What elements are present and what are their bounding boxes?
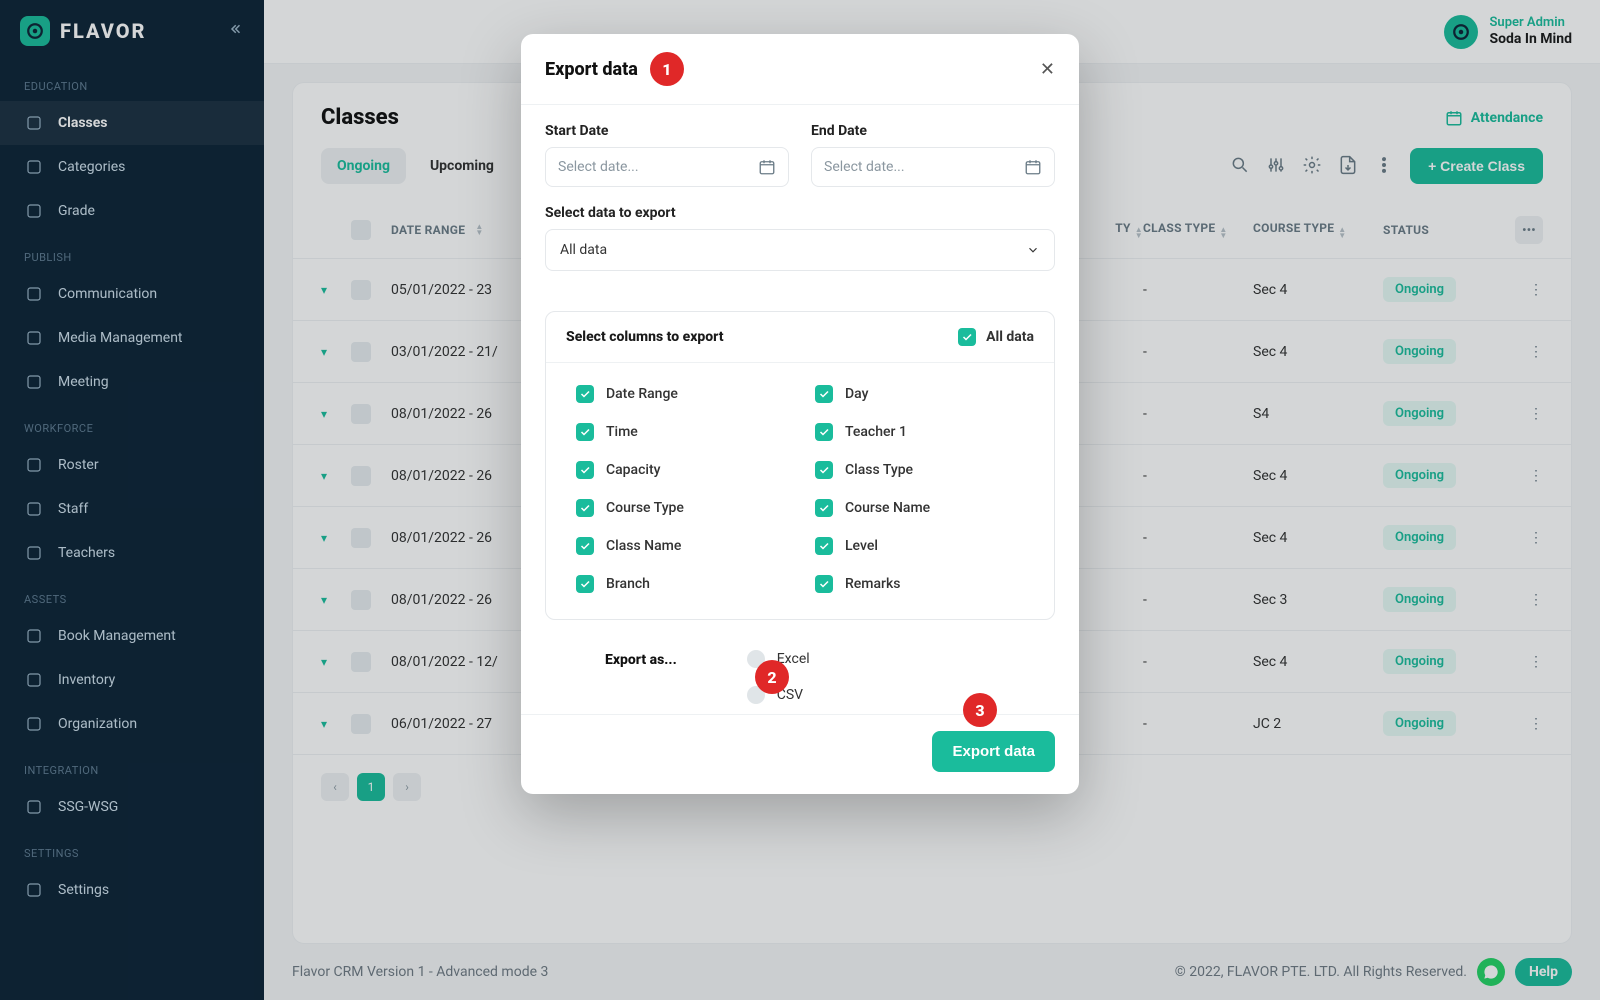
- column-checkbox-level[interactable]: Level: [815, 537, 1024, 555]
- all-data-checkbox[interactable]: [958, 328, 976, 346]
- column-checkbox-remarks[interactable]: Remarks: [815, 575, 1024, 593]
- columns-title: Select columns to export: [566, 329, 724, 345]
- select-data-dropdown[interactable]: All data: [545, 229, 1055, 271]
- checkbox-icon: [815, 461, 833, 479]
- checkbox-icon: [815, 575, 833, 593]
- checkbox-icon: [576, 385, 594, 403]
- column-label: Level: [845, 538, 878, 554]
- column-label: Course Type: [606, 500, 684, 516]
- column-label: Capacity: [606, 462, 661, 478]
- column-checkbox-course-type[interactable]: Course Type: [576, 499, 785, 517]
- checkbox-icon: [576, 575, 594, 593]
- checkbox-icon: [815, 385, 833, 403]
- end-date-input[interactable]: Select date...: [811, 147, 1055, 187]
- checkbox-icon: [576, 499, 594, 517]
- checkbox-icon: [576, 537, 594, 555]
- column-label: Course Name: [845, 500, 930, 516]
- checkbox-icon: [576, 461, 594, 479]
- column-label: Branch: [606, 576, 650, 592]
- column-checkbox-course-name[interactable]: Course Name: [815, 499, 1024, 517]
- modal-overlay: Export data 1 ✕ Start Date Select date..…: [0, 0, 1600, 1000]
- modal-title: Export data: [545, 59, 638, 80]
- column-label: Class Type: [845, 462, 913, 478]
- export-as-label: Export as...: [605, 652, 677, 668]
- end-date-placeholder: Select date...: [824, 159, 905, 175]
- column-checkbox-day[interactable]: Day: [815, 385, 1024, 403]
- column-label: Remarks: [845, 576, 901, 592]
- column-checkbox-class-name[interactable]: Class Name: [576, 537, 785, 555]
- columns-box: Select columns to export All data Date R…: [545, 311, 1055, 620]
- column-checkbox-class-type[interactable]: Class Type: [815, 461, 1024, 479]
- start-date-placeholder: Select date...: [558, 159, 639, 175]
- step-badge-1: 1: [650, 52, 684, 86]
- step-badge-2: 2: [755, 660, 789, 694]
- checkbox-icon: [815, 499, 833, 517]
- end-date-label: End Date: [811, 123, 1055, 139]
- column-label: Date Range: [606, 386, 678, 402]
- export-modal: Export data 1 ✕ Start Date Select date..…: [521, 34, 1079, 794]
- column-checkbox-capacity[interactable]: Capacity: [576, 461, 785, 479]
- close-icon[interactable]: ✕: [1040, 59, 1055, 80]
- checkbox-icon: [576, 423, 594, 441]
- column-label: Class Name: [606, 538, 681, 554]
- column-label: Day: [845, 386, 868, 402]
- checkbox-icon: [815, 423, 833, 441]
- column-checkbox-branch[interactable]: Branch: [576, 575, 785, 593]
- select-data-label: Select data to export: [545, 205, 1055, 221]
- column-checkbox-teacher-1[interactable]: Teacher 1: [815, 423, 1024, 441]
- start-date-input[interactable]: Select date...: [545, 147, 789, 187]
- all-data-label: All data: [986, 329, 1034, 345]
- all-data-toggle[interactable]: All data: [958, 328, 1034, 346]
- checkbox-icon: [815, 537, 833, 555]
- step-badge-3: 3: [963, 693, 997, 727]
- export-data-button[interactable]: Export data: [932, 731, 1055, 772]
- column-label: Time: [606, 424, 638, 440]
- select-data-value: All data: [560, 242, 607, 258]
- column-checkbox-date-range[interactable]: Date Range: [576, 385, 785, 403]
- start-date-label: Start Date: [545, 123, 789, 139]
- column-checkbox-time[interactable]: Time: [576, 423, 785, 441]
- column-label: Teacher 1: [845, 424, 907, 440]
